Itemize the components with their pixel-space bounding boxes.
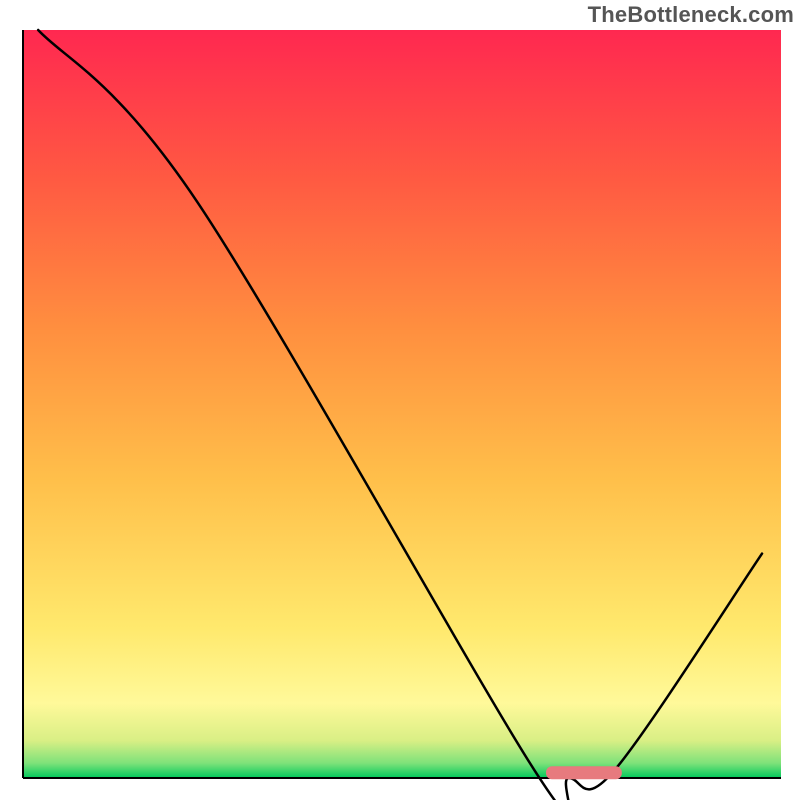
bottleneck-chart: TheBottleneck.com xyxy=(0,0,800,800)
plot-background-gradient xyxy=(23,30,781,778)
chart-svg xyxy=(0,0,800,800)
optimal-range-marker xyxy=(546,766,622,779)
watermark-text: TheBottleneck.com xyxy=(588,2,794,28)
